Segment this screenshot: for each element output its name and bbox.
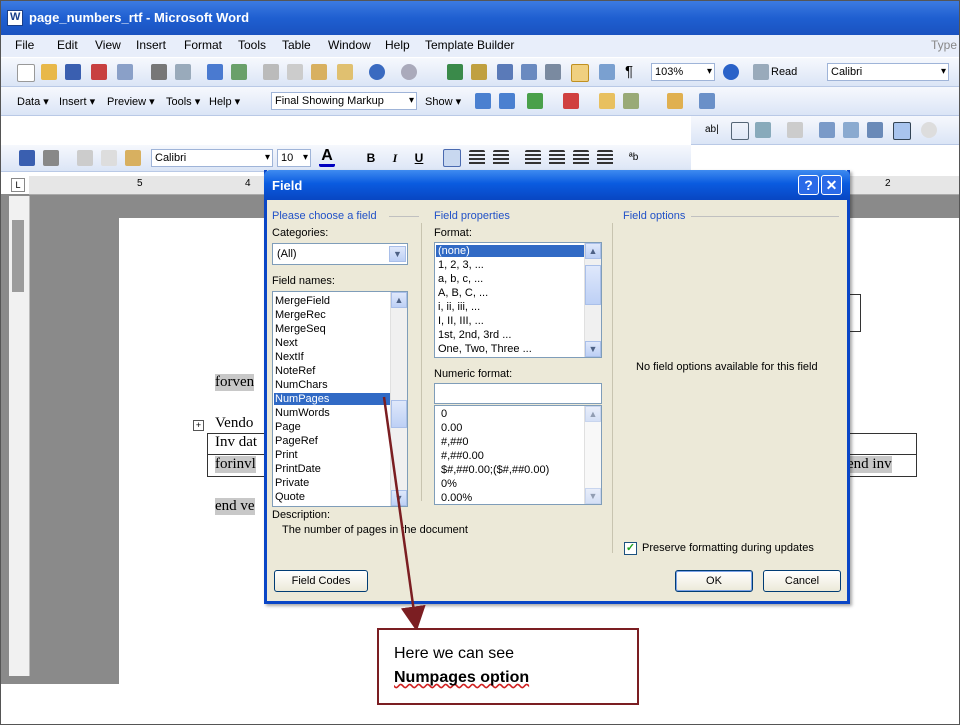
callout-line2: Numpages option [394,669,530,686]
callout-line1: Here we can see [394,645,515,662]
screenshot-frame: page_numbers_rtf - Microsoft Word File E… [0,0,960,725]
annotation-arrow [382,396,426,632]
annotation-callout: Here we can see Numpages option [377,628,639,705]
